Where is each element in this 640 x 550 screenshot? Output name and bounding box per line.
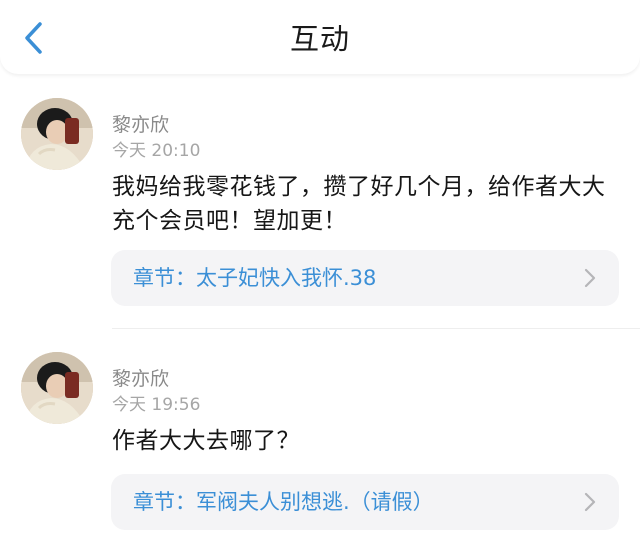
chapter-link[interactable]: 章节：太子妃快入我怀.38 [111, 250, 619, 306]
timestamp: 今天 19:56 [112, 395, 201, 415]
chapter-link[interactable]: 章节：军阀夫人别想逃.（请假） [111, 474, 619, 530]
chapter-label: 章节：太子妃快入我怀.38 [133, 266, 377, 290]
chevron-right-icon [584, 492, 596, 512]
chapter-label: 章节：军阀夫人别想逃.（请假） [133, 490, 434, 514]
user-photo-icon [21, 352, 93, 424]
nav-header: 互动 [0, 0, 640, 74]
avatar[interactable] [21, 98, 93, 170]
comment-item: 黎亦欣 今天 19:56 作者大大去哪了？ 章节：军阀夫人别想逃.（请假） [0, 328, 640, 550]
comment-text: 我妈给我零花钱了，攒了好几个月，给作者大大充个会员吧！望加更！ [112, 174, 606, 234]
avatar[interactable] [21, 352, 93, 424]
comment-text: 作者大大去哪了？ [112, 428, 300, 454]
username: 黎亦欣 [112, 114, 170, 136]
username: 黎亦欣 [112, 368, 170, 390]
comment-item: 黎亦欣 今天 20:10 我妈给我零花钱了，攒了好几个月，给作者大大充个会员吧！… [0, 74, 640, 328]
user-photo-icon [21, 98, 93, 170]
interactions-screen: 互动 黎亦欣 今天 20:10 我妈给我零花钱了，攒了好几个月，给作者大大充个会… [0, 0, 640, 550]
page-title: 互动 [289, 22, 350, 56]
chevron-right-icon [584, 268, 596, 288]
timestamp: 今天 20:10 [112, 141, 201, 161]
